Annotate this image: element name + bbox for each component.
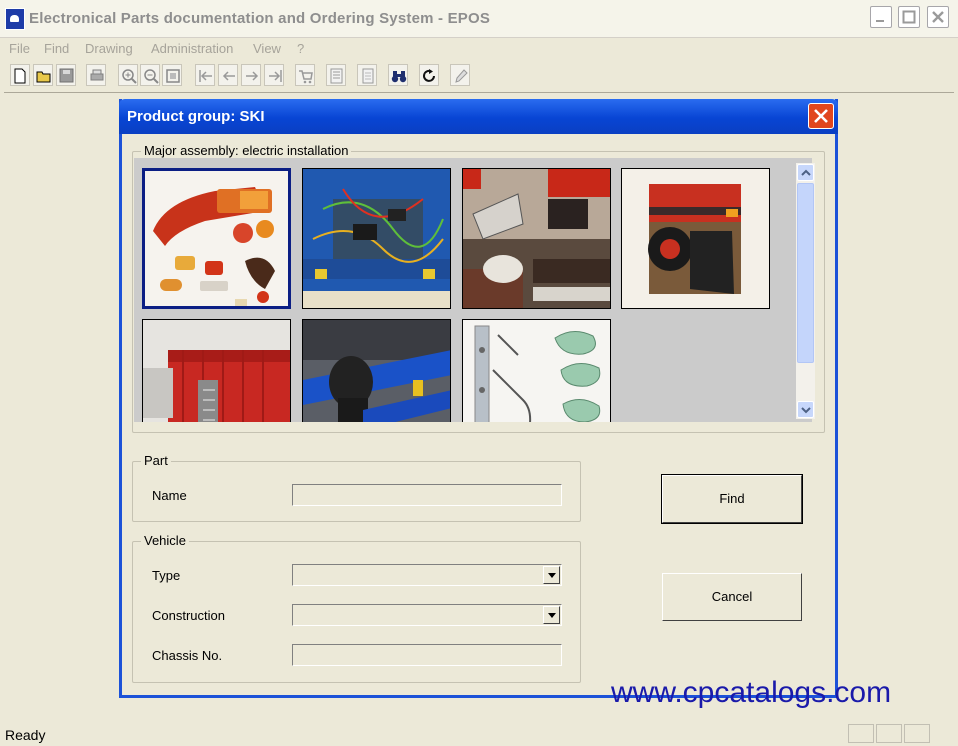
menu-view[interactable]: View: [253, 41, 281, 56]
type-dropdown-button[interactable]: [543, 566, 560, 584]
zoom-fit-icon[interactable]: [162, 64, 182, 86]
document-icon[interactable]: [357, 64, 377, 86]
scroll-down-button[interactable]: [797, 401, 814, 418]
gallery-scrollbar[interactable]: [796, 163, 815, 419]
last-page-icon[interactable]: [264, 64, 284, 86]
vehicle-legend: Vehicle: [141, 533, 189, 548]
first-page-icon[interactable]: [195, 64, 215, 86]
menu-file[interactable]: File: [9, 41, 30, 56]
status-bar: Ready: [0, 722, 958, 746]
type-select[interactable]: [292, 564, 562, 586]
dialog-title: Product group: SKI: [127, 108, 265, 125]
wheel-mudflap-image: [622, 169, 769, 308]
save-icon[interactable]: [56, 64, 76, 86]
next-page-icon[interactable]: [241, 64, 261, 86]
name-label: Name: [152, 488, 187, 503]
toolbar: [0, 62, 958, 90]
assembly-legend: Major assembly: electric installation: [141, 143, 352, 158]
close-window-button[interactable]: [927, 6, 949, 28]
construction-dropdown-button[interactable]: [543, 606, 560, 624]
name-field[interactable]: [292, 484, 562, 506]
lights-and-lamps-image: [145, 171, 288, 306]
thumbnail-underbody-lights[interactable]: [462, 168, 611, 309]
chevron-down-icon: [548, 613, 556, 618]
underbody-lights-image: [463, 169, 610, 308]
chassis-label: Chassis No.: [152, 648, 223, 663]
thumbnail-wheel-mudflap[interactable]: [621, 168, 770, 309]
construction-label: Construction: [152, 608, 225, 623]
menu-help[interactable]: ?: [297, 41, 304, 56]
thumbnail-lights-and-lamps[interactable]: [142, 168, 291, 309]
app-logo-icon: [5, 8, 25, 30]
find-button[interactable]: Find: [661, 474, 803, 524]
scroll-up-button[interactable]: [797, 164, 814, 181]
part-legend: Part: [141, 453, 171, 468]
binoculars-icon[interactable]: [388, 64, 408, 86]
thumbnail-support-parts[interactable]: [462, 319, 611, 422]
thumbnail-blue-axle-assembly[interactable]: [302, 319, 451, 422]
title-bar: Electronical Parts documentation and Ord…: [0, 0, 958, 38]
chevron-up-icon: [801, 169, 811, 176]
print-icon[interactable]: [86, 64, 106, 86]
red-trailer-body-image: [143, 320, 290, 422]
maximize-button[interactable]: [898, 6, 920, 28]
new-document-icon[interactable]: [10, 64, 30, 86]
window-title: Electronical Parts documentation and Ord…: [29, 10, 491, 27]
close-icon: [814, 109, 828, 123]
chevron-down-icon: [801, 407, 811, 414]
support-parts-image: [463, 320, 610, 422]
status-text: Ready: [5, 727, 46, 743]
blue-axle-assembly-image: [303, 320, 450, 422]
status-panel: [876, 724, 902, 743]
status-panel: [904, 724, 930, 743]
watermark-text: www.cpcatalogs.com: [611, 676, 892, 709]
cart-icon[interactable]: [295, 64, 315, 86]
cancel-button[interactable]: Cancel: [662, 573, 802, 621]
chassis-field[interactable]: [292, 644, 562, 666]
pen-icon[interactable]: [450, 64, 470, 86]
scroll-thumb[interactable]: [797, 183, 814, 363]
product-group-dialog: Product group: SKI Major assembly: elect…: [119, 99, 838, 698]
menu-administration[interactable]: Administration: [151, 41, 233, 56]
parts-list-icon[interactable]: [326, 64, 346, 86]
status-panel: [848, 724, 874, 743]
menu-drawing[interactable]: Drawing: [85, 41, 133, 56]
dialog-close-button[interactable]: [808, 103, 834, 129]
refresh-icon[interactable]: [419, 64, 439, 86]
menu-find[interactable]: Find: [44, 41, 69, 56]
minimize-button[interactable]: [870, 6, 892, 28]
thumbnail-red-trailer-body[interactable]: [142, 319, 291, 422]
construction-select[interactable]: [292, 604, 562, 626]
previous-page-icon[interactable]: [218, 64, 238, 86]
dialog-title-bar: Product group: SKI: [119, 99, 838, 134]
menu-bar: File Find Drawing Administration View ?: [0, 37, 958, 59]
wiring-harness-image: [303, 169, 450, 308]
type-label: Type: [152, 568, 181, 583]
zoom-in-icon[interactable]: [118, 64, 138, 86]
thumbnail-wiring-harness[interactable]: [302, 168, 451, 309]
thumbnail-gallery: [134, 158, 812, 422]
zoom-out-icon[interactable]: [140, 64, 160, 86]
open-folder-icon[interactable]: [33, 64, 53, 86]
chevron-down-icon: [548, 573, 556, 578]
